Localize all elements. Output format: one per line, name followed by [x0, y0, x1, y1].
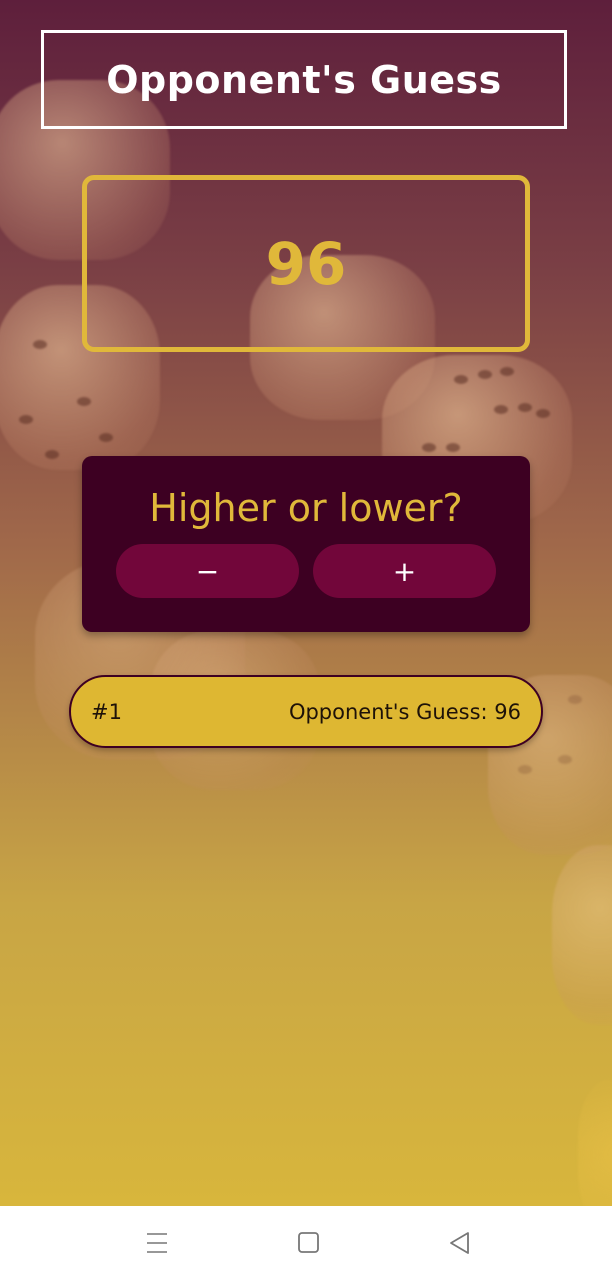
- guess-log-text: Opponent's Guess: 96: [288, 699, 521, 724]
- plus-icon: +: [392, 554, 417, 588]
- die-pip: [33, 340, 47, 349]
- lower-button[interactable]: −: [116, 544, 299, 598]
- title-box: Opponent's Guess: [41, 30, 567, 129]
- die-pip: [422, 443, 436, 452]
- guess-round-number: #1: [91, 699, 122, 724]
- background-die-decoration: [552, 845, 612, 1025]
- higher-button[interactable]: +: [313, 544, 496, 598]
- die-pip: [99, 433, 113, 442]
- die-pip: [568, 695, 582, 704]
- minus-icon: −: [195, 554, 220, 588]
- menu-icon[interactable]: [142, 1228, 172, 1258]
- die-pip: [77, 397, 91, 406]
- die-pip: [558, 755, 572, 764]
- back-triangle-icon[interactable]: [445, 1228, 475, 1258]
- background-die-decoration: [578, 1080, 612, 1206]
- die-pip: [536, 409, 550, 418]
- die-pip: [494, 405, 508, 414]
- die-pip: [518, 403, 532, 412]
- opponent-guess-display: 96: [82, 175, 530, 352]
- die-pip: [518, 765, 532, 774]
- guess-number: 96: [265, 229, 347, 298]
- home-square-icon[interactable]: [294, 1228, 324, 1258]
- die-pip: [45, 450, 59, 459]
- page-title: Opponent's Guess: [106, 57, 502, 102]
- die-pip: [478, 370, 492, 379]
- system-navigation-bar: [0, 1206, 612, 1280]
- die-pip: [446, 443, 460, 452]
- game-screen: Opponent's Guess 96 Higher or lower? − +…: [0, 0, 612, 1206]
- die-pip: [500, 367, 514, 376]
- higher-lower-card: Higher or lower? − +: [82, 456, 530, 632]
- higher-lower-prompt: Higher or lower?: [149, 486, 463, 530]
- die-pip: [19, 415, 33, 424]
- die-pip: [454, 375, 468, 384]
- guess-log-item: #1 Opponent's Guess: 96: [69, 675, 543, 748]
